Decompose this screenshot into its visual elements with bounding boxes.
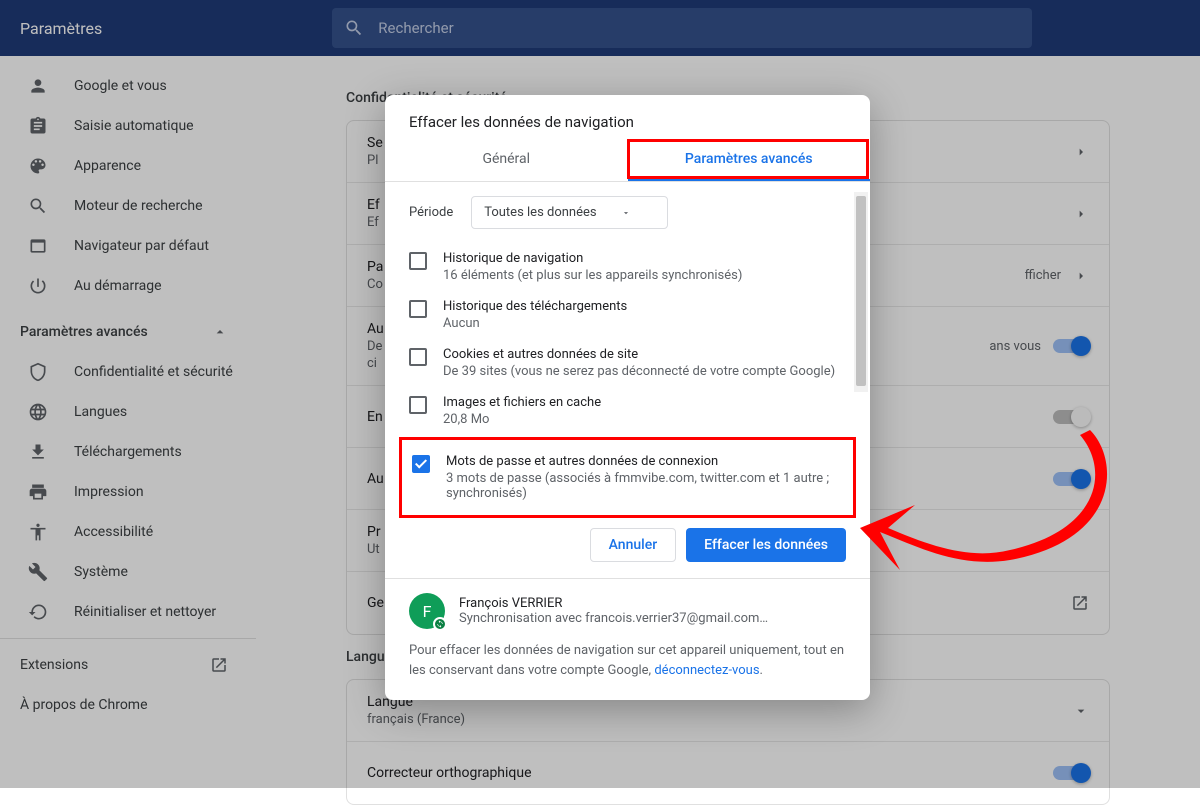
footer-note: Pour effacer les données de navigation s… — [409, 641, 846, 680]
chevron-down-icon — [621, 208, 631, 218]
checkbox[interactable] — [409, 300, 427, 318]
signout-link[interactable]: déconnectez-vous — [654, 663, 759, 678]
avatar-initial: F — [423, 602, 432, 621]
cancel-button[interactable]: Annuler — [590, 528, 677, 562]
checkbox[interactable] — [409, 348, 427, 366]
checkbox-row-passwords: Mots de passe et autres données de conne… — [412, 446, 843, 509]
footer-period: . — [760, 663, 763, 678]
checkbox-sub: 20,8 Mo — [443, 412, 601, 427]
footer-text: Pour effacer les données de navigation s… — [409, 643, 844, 678]
checkbox-title: Cookies et autres données de site — [443, 347, 835, 362]
clear-data-button[interactable]: Effacer les données — [686, 528, 846, 562]
checkbox[interactable] — [409, 396, 427, 414]
checkbox-title: Mots de passe et autres données de conne… — [446, 454, 843, 469]
avatar: F — [409, 593, 445, 629]
modal-title: Effacer les données de navigation — [385, 95, 870, 139]
checkbox-row-history: Historique de navigation 16 éléments (et … — [409, 243, 846, 291]
clear-browsing-data-modal: Effacer les données de navigation Généra… — [385, 95, 870, 700]
user-sync-text: Synchronisation avec francois.verrier37@… — [459, 611, 768, 626]
checkbox-title: Historique de navigation — [443, 251, 742, 266]
checkbox-sub: Aucun — [443, 316, 627, 331]
checkbox-sub: 16 éléments (et plus sur les appareils s… — [443, 268, 742, 283]
modal-tabs: Général Paramètres avancés — [385, 139, 870, 182]
tab-advanced[interactable]: Paramètres avancés — [628, 139, 871, 181]
modal-actions: Annuler Effacer les données — [385, 512, 870, 578]
period-select[interactable]: Toutes les données — [471, 196, 667, 229]
checkbox-row-cookies: Cookies et autres données de site De 39 s… — [409, 339, 846, 387]
period-row: Période Toutes les données — [409, 196, 846, 229]
checkbox-row-downloads: Historique des téléchargements Aucun — [409, 291, 846, 339]
checkbox-row-cache: Images et fichiers en cache 20,8 Mo — [409, 387, 846, 435]
user-row: F François VERRIER Synchronisation avec … — [409, 593, 846, 629]
checkbox-title: Images et fichiers en cache — [443, 395, 601, 410]
checkbox-title: Historique des téléchargements — [443, 299, 627, 314]
period-value: Toutes les données — [484, 205, 596, 220]
sync-badge-icon — [433, 617, 447, 631]
period-label: Période — [409, 205, 453, 220]
annotation-highlight-passwords: Mots de passe et autres données de conne… — [399, 437, 856, 518]
checkbox-sub: De 39 sites (vous ne serez pas déconnect… — [443, 364, 835, 379]
checkbox[interactable] — [409, 252, 427, 270]
checkbox-sub: 3 mots de passe (associés à fmmvibe.com,… — [446, 471, 843, 501]
user-name: François VERRIER — [459, 596, 768, 611]
modal-footer: F François VERRIER Synchronisation avec … — [385, 578, 870, 700]
checkbox[interactable] — [412, 455, 430, 473]
scrollbar[interactable] — [854, 192, 868, 392]
modal-body: Période Toutes les données Historique de… — [385, 182, 870, 512]
tab-general[interactable]: Général — [385, 139, 628, 181]
